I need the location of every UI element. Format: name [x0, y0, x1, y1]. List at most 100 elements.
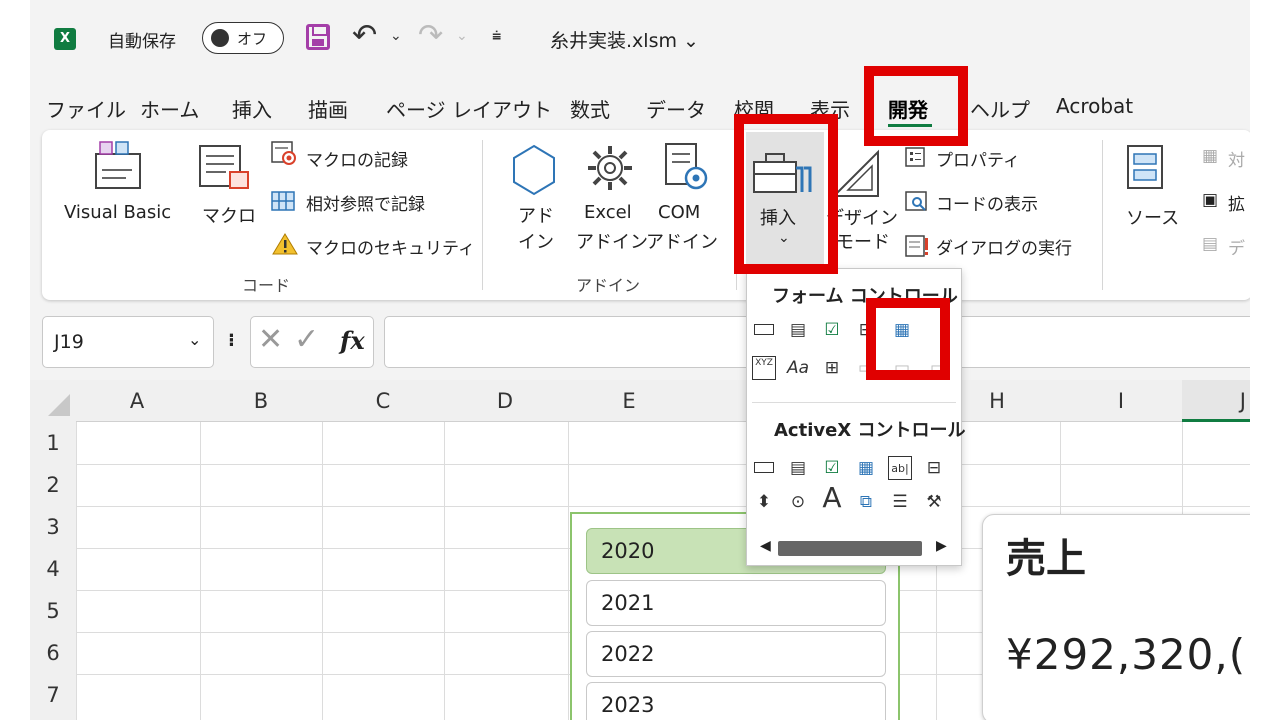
source-icon	[1127, 145, 1163, 189]
listbox-item-2021[interactable]: 2021	[586, 580, 886, 626]
listbox-item-2022[interactable]: 2022	[586, 631, 886, 677]
tab-file[interactable]: ファイル	[46, 94, 126, 123]
undo-icon[interactable]: ↶	[352, 18, 377, 53]
tab-data[interactable]: データ	[646, 94, 706, 123]
file-name[interactable]: 糸井実装.xlsm ⌄	[550, 26, 699, 53]
activex-controls-header: ActiveX コントロール	[774, 420, 966, 441]
activex-label-icon[interactable]: A	[820, 484, 844, 512]
grid-line	[76, 506, 1250, 507]
visual-basic-button[interactable]: Visual Basic	[64, 202, 171, 223]
com-addins-icon	[665, 143, 708, 190]
listbox-item-2023[interactable]: 2023	[586, 682, 886, 720]
row-header-6[interactable]: 6	[30, 632, 76, 674]
properties-button[interactable]: プロパティ	[936, 146, 1020, 171]
select-all-corner[interactable]	[30, 380, 76, 422]
enter-icon[interactable]: ✓	[294, 322, 319, 357]
column-header-j[interactable]: J	[1182, 380, 1250, 422]
expansion-pack-button[interactable]: 拡	[1228, 190, 1245, 215]
formula-bar-options-icon[interactable]: ⁝	[228, 330, 235, 351]
refresh-data-button[interactable]: デ	[1228, 234, 1245, 259]
column-header-e[interactable]: E	[568, 380, 690, 422]
activex-button-icon[interactable]	[752, 456, 776, 480]
view-code-button[interactable]: コードの表示	[936, 190, 1038, 215]
column-header-i[interactable]: I	[1060, 380, 1182, 422]
row-header-5[interactable]: 5	[30, 590, 76, 632]
activex-option-button-icon[interactable]: ⊙	[786, 490, 810, 514]
customize-qat-icon[interactable]: ⩧	[492, 26, 501, 46]
tab-home[interactable]: ホーム	[140, 94, 199, 123]
form-button-icon[interactable]	[752, 318, 776, 342]
toggle-label: オフ	[237, 30, 268, 48]
form-groupbox-icon[interactable]: XYZ	[752, 356, 776, 380]
grid-line	[444, 422, 445, 720]
addins-button-line1[interactable]: アド	[518, 202, 554, 228]
row-header-3[interactable]: 3	[30, 506, 76, 548]
insert-button-highlight	[734, 114, 838, 274]
tab-acrobat[interactable]: Acrobat	[1056, 94, 1133, 118]
tab-draw[interactable]: 描画	[308, 94, 348, 123]
column-header-b[interactable]: B	[200, 380, 322, 422]
row-header-4[interactable]: 4	[30, 548, 76, 590]
activex-listbox-icon[interactable]: ▦	[854, 456, 878, 480]
run-dialog-button[interactable]: ダイアログの実行	[936, 234, 1072, 259]
addins-group-label: アドイン	[576, 276, 641, 295]
column-header-d[interactable]: D	[444, 380, 566, 422]
com-addins-line1[interactable]: COM	[658, 202, 700, 223]
cancel-icon[interactable]: ✕	[258, 322, 283, 357]
developer-tab-highlight	[864, 66, 968, 146]
record-macro-button[interactable]: マクロの記録	[306, 146, 408, 171]
map-properties-button[interactable]: 対	[1228, 146, 1245, 171]
form-scrollbar-icon[interactable]: ⊞	[820, 356, 844, 380]
activex-combobox-icon[interactable]: ▤	[786, 456, 810, 480]
macro-security-button[interactable]: マクロのセキュリティ	[306, 234, 475, 259]
source-button[interactable]: ソース	[1126, 204, 1179, 230]
scroll-left-icon[interactable]: ◀	[760, 538, 771, 554]
com-addins-line2[interactable]: アドイン	[646, 228, 718, 254]
autosave-toggle[interactable]: オフ	[202, 22, 284, 54]
macro-button[interactable]: マクロ	[202, 202, 256, 228]
grid-line	[568, 422, 569, 720]
save-icon[interactable]	[306, 24, 330, 50]
tab-page-layout[interactable]: ページ レイアウト	[386, 94, 552, 123]
undo-dropdown-icon[interactable]: ⌄	[390, 28, 402, 44]
excel-addins-line2[interactable]: アドイン	[576, 228, 648, 254]
gear-icon	[588, 146, 632, 190]
column-header-a[interactable]: A	[76, 380, 198, 422]
relative-reference-button[interactable]: 相対参照で記録	[306, 190, 425, 215]
group-separator	[1102, 140, 1103, 290]
scroll-thumb[interactable]	[778, 541, 922, 556]
row-header-2[interactable]: 2	[30, 464, 76, 506]
addins-icon	[513, 144, 555, 196]
form-label-icon[interactable]: Aa	[786, 356, 810, 380]
activex-checkbox-icon[interactable]: ☑	[820, 456, 844, 480]
listbox-control-highlight	[866, 298, 950, 380]
form-checkbox-icon[interactable]: ☑	[820, 318, 844, 342]
activex-scrollbar-icon[interactable]: ⊟	[922, 456, 946, 480]
redo-dropdown-icon[interactable]: ⌄	[456, 28, 468, 44]
design-mode-line2[interactable]: モード	[836, 228, 890, 254]
grid-line	[322, 422, 323, 720]
relative-reference-icon	[271, 191, 295, 211]
row-header-7[interactable]: 7	[30, 674, 76, 720]
activex-more-controls-icon[interactable]: ⚒	[922, 490, 946, 514]
visual-basic-icon	[95, 141, 141, 189]
activex-toggle-button-icon[interactable]: ☰	[888, 490, 912, 514]
tab-formulas[interactable]: 数式	[570, 94, 610, 123]
excel-addins-line1[interactable]: Excel	[584, 202, 632, 223]
addins-button-line2[interactable]: イン	[518, 228, 554, 254]
activex-image-icon[interactable]: ⧉	[854, 490, 878, 514]
redo-icon[interactable]: ↷	[418, 18, 443, 53]
tab-insert[interactable]: 挿入	[232, 94, 272, 123]
tab-help[interactable]: ヘルプ	[970, 94, 1030, 123]
form-combobox-icon[interactable]: ▤	[786, 318, 810, 342]
autosave-label: 自動保存	[108, 32, 176, 52]
insert-function-icon[interactable]: fx	[340, 326, 365, 355]
activex-spinbutton-icon[interactable]: ⬍	[752, 490, 776, 514]
column-header-c[interactable]: C	[322, 380, 444, 422]
activex-textbox-icon[interactable]: ab|	[888, 456, 912, 480]
sales-card-value: ¥292,320,(	[1006, 630, 1247, 679]
name-box-dropdown-icon[interactable]: ⌄	[188, 330, 201, 349]
excel-app-icon: X	[54, 28, 76, 50]
scroll-right-icon[interactable]: ▶	[936, 538, 947, 554]
row-header-1[interactable]: 1	[30, 422, 76, 464]
